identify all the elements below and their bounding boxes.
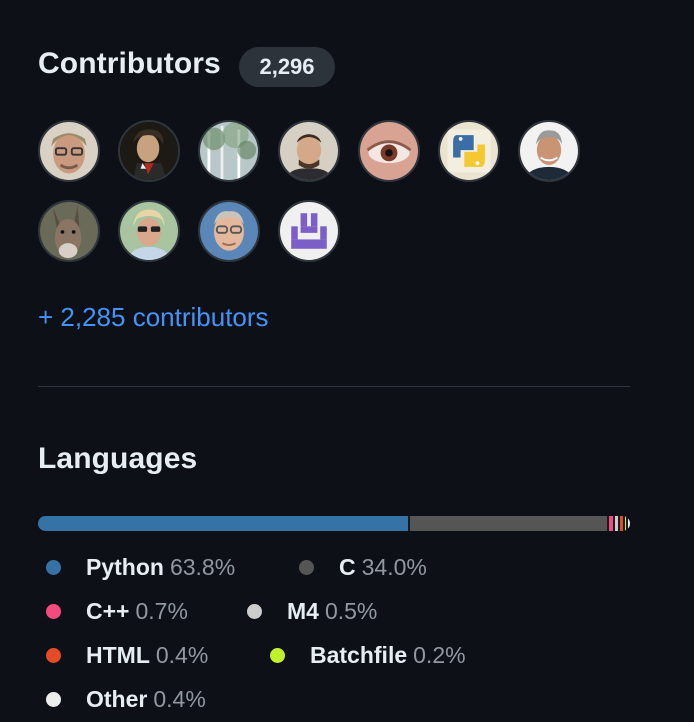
avatar-older-man-glasses[interactable] (198, 200, 260, 262)
language-item-batchfile[interactable]: Batchfile 0.2% (270, 640, 466, 670)
language-item-other[interactable]: Other 0.4% (46, 684, 206, 714)
language-name: Batchfile (310, 642, 408, 668)
language-color-dot (299, 559, 314, 575)
language-color-dot (46, 691, 61, 707)
section-divider (38, 386, 630, 387)
language-percent: 63.8% (169, 554, 236, 580)
languages-heading: Languages (38, 442, 198, 475)
lang-bar-segment-c (410, 516, 608, 531)
language-percent: 0.4% (155, 642, 209, 668)
lang-bar-segment-python (38, 516, 409, 531)
contributors-avatar-list (38, 120, 638, 270)
language-color-dot (270, 647, 285, 663)
language-name: C++ (86, 598, 130, 624)
language-item-m4[interactable]: M4 0.5% (247, 596, 377, 626)
language-percent: 0.7% (135, 598, 188, 624)
language-item-python[interactable]: Python 63.8% (46, 552, 235, 582)
language-name: Python (86, 554, 164, 580)
contributors-count-badge: 2,296 (239, 47, 335, 87)
languages-progress-bar (38, 516, 630, 531)
language-color-dot (46, 603, 61, 619)
language-item-html[interactable]: HTML 0.4% (46, 640, 208, 670)
language-name: M4 (287, 598, 319, 624)
avatar-trees[interactable] (198, 120, 260, 182)
avatar-gray-haired-man[interactable] (518, 120, 580, 182)
lang-bar-segment-cpp (609, 516, 614, 531)
lang-bar-segment-html (620, 516, 623, 531)
lang-bar-segment-other (627, 516, 630, 531)
avatar-python-logo[interactable] (438, 120, 500, 182)
language-color-dot (46, 647, 61, 663)
language-item-c[interactable]: C 34.0% (299, 552, 427, 582)
avatar-smiling-man[interactable] (278, 120, 340, 182)
avatar-woman-sunglasses[interactable] (118, 200, 180, 262)
avatar-purple-identicon[interactable] (278, 200, 340, 262)
language-percent: 0.5% (324, 598, 378, 624)
language-name: HTML (86, 642, 150, 668)
avatar-beethoven-portrait[interactable] (118, 120, 180, 182)
language-color-dot (247, 603, 262, 619)
more-contributors-link[interactable]: + 2,285 contributors (38, 302, 269, 333)
avatar-glasses-man[interactable] (38, 120, 100, 182)
avatar-eye-closeup[interactable] (358, 120, 420, 182)
contributors-heading[interactable]: Contributors (38, 47, 221, 81)
language-name: C (339, 554, 356, 580)
lang-bar-segment-batchfile (624, 516, 626, 531)
language-item-cpp[interactable]: C++ 0.7% (46, 596, 188, 626)
language-name: Other (86, 686, 148, 712)
language-percent: 34.0% (361, 554, 427, 580)
lang-bar-segment-m4 (615, 516, 619, 531)
language-percent: 0.2% (413, 642, 466, 668)
avatar-donkey[interactable] (38, 200, 100, 262)
language-percent: 0.4% (153, 686, 206, 712)
language-color-dot (46, 559, 61, 575)
sidebar-panel: Contributors 2,296 + 2,285 contributors … (0, 0, 694, 722)
